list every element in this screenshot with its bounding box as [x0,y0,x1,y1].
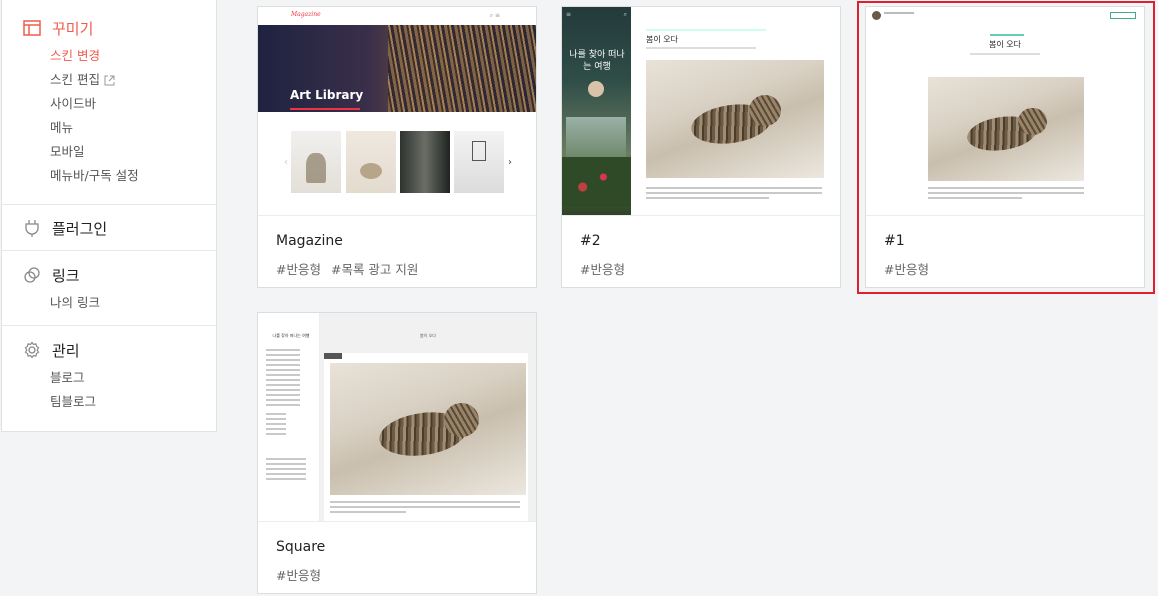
sidebar-item-menubar-subscribe[interactable]: 메뉴바/구독 설정 [22,164,216,188]
skin-card-magazine[interactable]: Magazine ⌕ ≡ Art Library ‹ › Magazine #반… [257,6,537,288]
preview-logo: Magazine [291,11,321,18]
section-decorate-header[interactable]: 꾸미기 [22,16,216,40]
skin-preview-magazine: Magazine ⌕ ≡ Art Library ‹ › [258,7,536,216]
sidebar-item-team-blog[interactable]: 팀블로그 [22,390,216,414]
preview-cat-photo [646,60,824,178]
skin-tags: #반응형 [580,259,635,278]
plug-icon [22,218,42,238]
selection-highlight [857,1,1155,294]
sidebar-item-skin-edit[interactable]: 스킨 편집 [22,68,216,92]
skin-tags: #반응형 #목록 광고 지원 [276,259,428,278]
preview-side-text: 나를 찾아 떠나는 여행 [569,50,625,72]
skin-tag: #반응형 [580,262,625,277]
manage-submenu: 블로그 팀블로그 [22,366,216,414]
skin-tag: #목록 광고 지원 [330,262,419,277]
layout-icon [22,18,42,38]
section-decorate: 꾸미기 스킨 변경 스킨 편집 사이드바 메뉴 모바일 메뉴바/구독 설정 [2,0,216,205]
sidebar-item-sidebar[interactable]: 사이드바 [22,92,216,116]
link-icon [22,265,42,285]
sidebar-item-blog[interactable]: 블로그 [22,366,216,390]
skin-card-square[interactable]: 나를 찾아 떠나는 여행 봄이 오다 Square #반응형 [257,312,537,594]
skin-card-2[interactable]: ≡ ⌕ 나를 찾아 떠나는 여행 봄이 오다 #2 #반응형 [561,6,841,288]
skin-tag: #반응형 [276,568,321,583]
preview-post-title: 봄이 오다 [420,333,436,338]
skin-tags: #반응형 [276,565,331,584]
decorate-submenu: 스킨 변경 스킨 편집 사이드바 메뉴 모바일 메뉴바/구독 설정 [22,44,216,188]
section-manage-title: 관리 [52,341,80,360]
sidebar-item-skin-change[interactable]: 스킨 변경 [22,44,216,68]
section-link-header[interactable]: 링크 [22,263,216,287]
section-plugin: 플러그인 [2,205,216,251]
gear-icon [22,340,42,360]
section-link-title: 링크 [52,266,80,285]
preview-banner-title: Art Library [290,88,364,102]
preview-side-panel: 나를 찾아 떠나는 여행 [258,313,320,521]
sidebar-item-menu[interactable]: 메뉴 [22,116,216,140]
section-decorate-title: 꾸미기 [52,19,94,38]
skin-name: #2 [580,233,601,249]
preview-banner: Art Library [258,25,536,112]
section-link: 링크 나의 링크 [2,251,216,326]
skin-preview-square: 나를 찾아 떠나는 여행 봄이 오다 [258,313,536,522]
sidebar-item-mobile[interactable]: 모바일 [22,140,216,164]
preview-post-title: 봄이 오다 [646,35,678,44]
skin-name: Magazine [276,233,343,249]
skin-tag: #반응형 [276,262,321,277]
settings-sidebar: 꾸미기 스킨 변경 스킨 편집 사이드바 메뉴 모바일 메뉴바/구독 설정 플러… [1,0,217,432]
section-plugin-title: 플러그인 [52,219,108,238]
preview-side-title: 나를 찾아 떠나는 여행 [272,333,310,338]
external-link-icon [104,75,115,86]
section-manage-header[interactable]: 관리 [22,338,216,362]
link-submenu: 나의 링크 [22,291,216,315]
sidebar-item-my-link[interactable]: 나의 링크 [22,291,216,315]
preview-side-panel: ≡ ⌕ 나를 찾아 떠나는 여행 [562,7,631,215]
preview-cat-photo [330,363,526,495]
section-plugin-header[interactable]: 플러그인 [22,216,216,240]
section-manage: 관리 블로그 팀블로그 [2,326,216,424]
skin-name: Square [276,539,326,555]
skin-preview-2: ≡ ⌕ 나를 찾아 떠나는 여행 봄이 오다 [562,7,840,216]
